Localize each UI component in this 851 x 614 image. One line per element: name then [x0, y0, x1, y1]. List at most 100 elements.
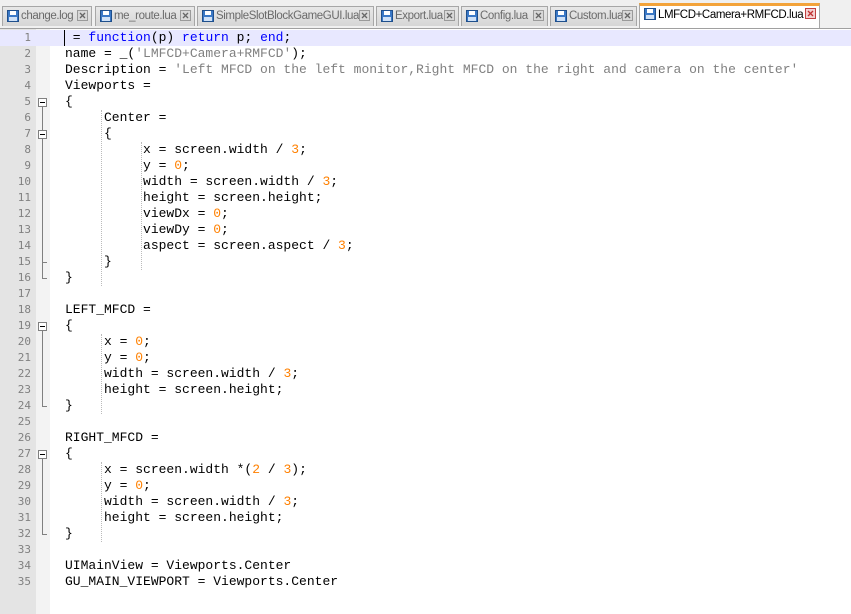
line-number: 12 — [17, 207, 31, 220]
code-text: name = _('LMFCD+Camera+RMFCD'); — [65, 46, 307, 61]
line-number: 26 — [17, 431, 31, 444]
fold-line — [42, 459, 43, 534]
code-text: LEFT_MFCD = — [65, 302, 159, 317]
line-number: 1 — [24, 31, 31, 44]
line-number: 32 — [17, 527, 31, 540]
code-line[interactable]: 16} — [0, 270, 851, 286]
tab-me-route[interactable]: me_route.lua — [95, 6, 195, 26]
code-line[interactable]: 26 RIGHT_MFCD = — [0, 430, 851, 446]
code-text: GU_MAIN_VIEWPORT = Viewports.Center — [65, 574, 339, 589]
code-line[interactable]: 10 width = screen.width / 3; — [0, 174, 851, 190]
line-number: 7 — [24, 127, 31, 140]
close-tab-icon[interactable] — [180, 10, 191, 21]
code-line[interactable]: 32} — [0, 526, 851, 542]
code-line[interactable]: 5{ — [0, 94, 851, 110]
code-line[interactable]: 18 LEFT_MFCD = — [0, 302, 851, 318]
tab-custom[interactable]: Custom.lua — [550, 6, 637, 26]
fold-end — [42, 534, 47, 535]
code-line[interactable]: 24} — [0, 398, 851, 414]
code-line[interactable]: 11 height = screen.height; — [0, 190, 851, 206]
fold-minus-icon[interactable] — [38, 98, 47, 107]
code-line[interactable]: 13 viewDy = 0; — [0, 222, 851, 238]
code-line[interactable]: 14 aspect = screen.aspect / 3; — [0, 238, 851, 254]
line-number: 16 — [17, 271, 31, 284]
code-text: width = screen.width / 3; — [65, 174, 339, 189]
code-text: Center = — [65, 110, 175, 125]
line-number: 30 — [17, 495, 31, 508]
fold-minus-icon[interactable] — [38, 322, 47, 331]
tab-simpleslotblockgamegui[interactable]: SimpleSlotBlockGameGUI.lua — [197, 6, 374, 26]
fold-minus-icon[interactable] — [38, 130, 47, 139]
close-tab-icon[interactable] — [622, 10, 633, 21]
code-line[interactable]: 7 { — [0, 126, 851, 142]
close-tab-icon[interactable] — [805, 8, 816, 19]
close-tab-icon[interactable] — [359, 10, 370, 21]
code-line[interactable]: 6 Center = — [0, 110, 851, 126]
code-line[interactable]: 28 x = screen.width *(2 / 3); — [0, 462, 851, 478]
tab-label: Export.lua — [395, 10, 443, 22]
code-text: viewDx = 0; — [65, 206, 229, 221]
code-line[interactable]: 2 name = _('LMFCD+Camera+RMFCD'); — [0, 46, 851, 62]
code-text: { — [65, 94, 73, 109]
fold-minus-icon[interactable] — [38, 450, 47, 459]
code-text: } — [65, 254, 112, 269]
code-line[interactable]: 12 viewDx = 0; — [0, 206, 851, 222]
code-text: viewDy = 0; — [65, 222, 229, 237]
code-line[interactable]: 19 { — [0, 318, 851, 334]
tab-change-log[interactable]: change.log — [2, 6, 92, 26]
tab-label: LMFCD+Camera+RMFCD.lua — [658, 9, 804, 21]
close-tab-icon[interactable] — [533, 10, 544, 21]
code-line[interactable]: 17 — [0, 286, 851, 302]
code-line[interactable]: 22 width = screen.width / 3; — [0, 366, 851, 382]
close-tab-icon[interactable] — [444, 10, 455, 21]
code-text: = function(p) return p; end; — [65, 30, 292, 45]
code-line[interactable]: 35 GU_MAIN_VIEWPORT = Viewports.Center — [0, 574, 851, 590]
line-number: 2 — [24, 47, 31, 60]
code-line[interactable]: 34 UIMainView = Viewports.Center — [0, 558, 851, 574]
close-tab-icon[interactable] — [77, 10, 88, 21]
code-text: Description = 'Left MFCD on the left mon… — [65, 62, 799, 77]
code-line[interactable]: 25 — [0, 414, 851, 430]
line-number: 31 — [17, 511, 31, 524]
code-line[interactable]: 8 x = screen.width / 3; — [0, 142, 851, 158]
code-line[interactable]: 3 Description = 'Left MFCD on the left mo… — [0, 62, 851, 78]
code-line[interactable]: 1 = function(p) return p; end; — [0, 30, 851, 46]
code-text: Viewports = — [65, 78, 159, 93]
code-line[interactable]: 20 x = 0; — [0, 334, 851, 350]
code-line[interactable]: 30 width = screen.width / 3; — [0, 494, 851, 510]
save-disk-icon — [555, 10, 567, 22]
code-line[interactable]: 4 Viewports = — [0, 78, 851, 94]
tab-label: change.log — [21, 10, 74, 22]
code-line[interactable]: 15 } — [0, 254, 851, 270]
tab-lmfcd-camera-rmfcd[interactable]: LMFCD+Camera+RMFCD.lua — [639, 3, 820, 28]
tab-config[interactable]: Config.lua — [461, 6, 548, 26]
line-number: 24 — [17, 399, 31, 412]
code-text: RIGHT_MFCD = — [65, 430, 167, 445]
code-text: UIMainView = Viewports.Center — [65, 558, 292, 573]
save-disk-icon — [466, 10, 478, 22]
code-line[interactable]: 27 { — [0, 446, 851, 462]
indent-guide — [101, 110, 102, 286]
code-editor[interactable]: 1 = function(p) return p; end; 2 name = _(… — [0, 29, 851, 614]
tab-export[interactable]: Export.lua — [376, 6, 459, 26]
code-line[interactable]: 29 y = 0; — [0, 478, 851, 494]
save-disk-icon — [202, 10, 214, 22]
save-disk-icon — [100, 10, 112, 22]
line-number: 13 — [17, 223, 31, 236]
code-text: } — [65, 270, 73, 285]
code-line[interactable]: 21 y = 0; — [0, 350, 851, 366]
code-text: height = screen.height; — [65, 382, 284, 397]
code-text: } — [65, 526, 73, 541]
line-number: 23 — [17, 383, 31, 396]
code-line[interactable]: 33 — [0, 542, 851, 558]
code-line[interactable]: 9 y = 0; — [0, 158, 851, 174]
indent-guide — [101, 334, 102, 414]
line-number: 4 — [24, 79, 31, 92]
code-text: height = screen.height; — [65, 190, 323, 205]
fold-line — [42, 139, 43, 262]
code-line[interactable]: 23 height = screen.height; — [0, 382, 851, 398]
fold-end — [42, 278, 47, 279]
line-number: 22 — [17, 367, 31, 380]
code-line[interactable]: 31 height = screen.height; — [0, 510, 851, 526]
tab-label: me_route.lua — [114, 10, 177, 22]
